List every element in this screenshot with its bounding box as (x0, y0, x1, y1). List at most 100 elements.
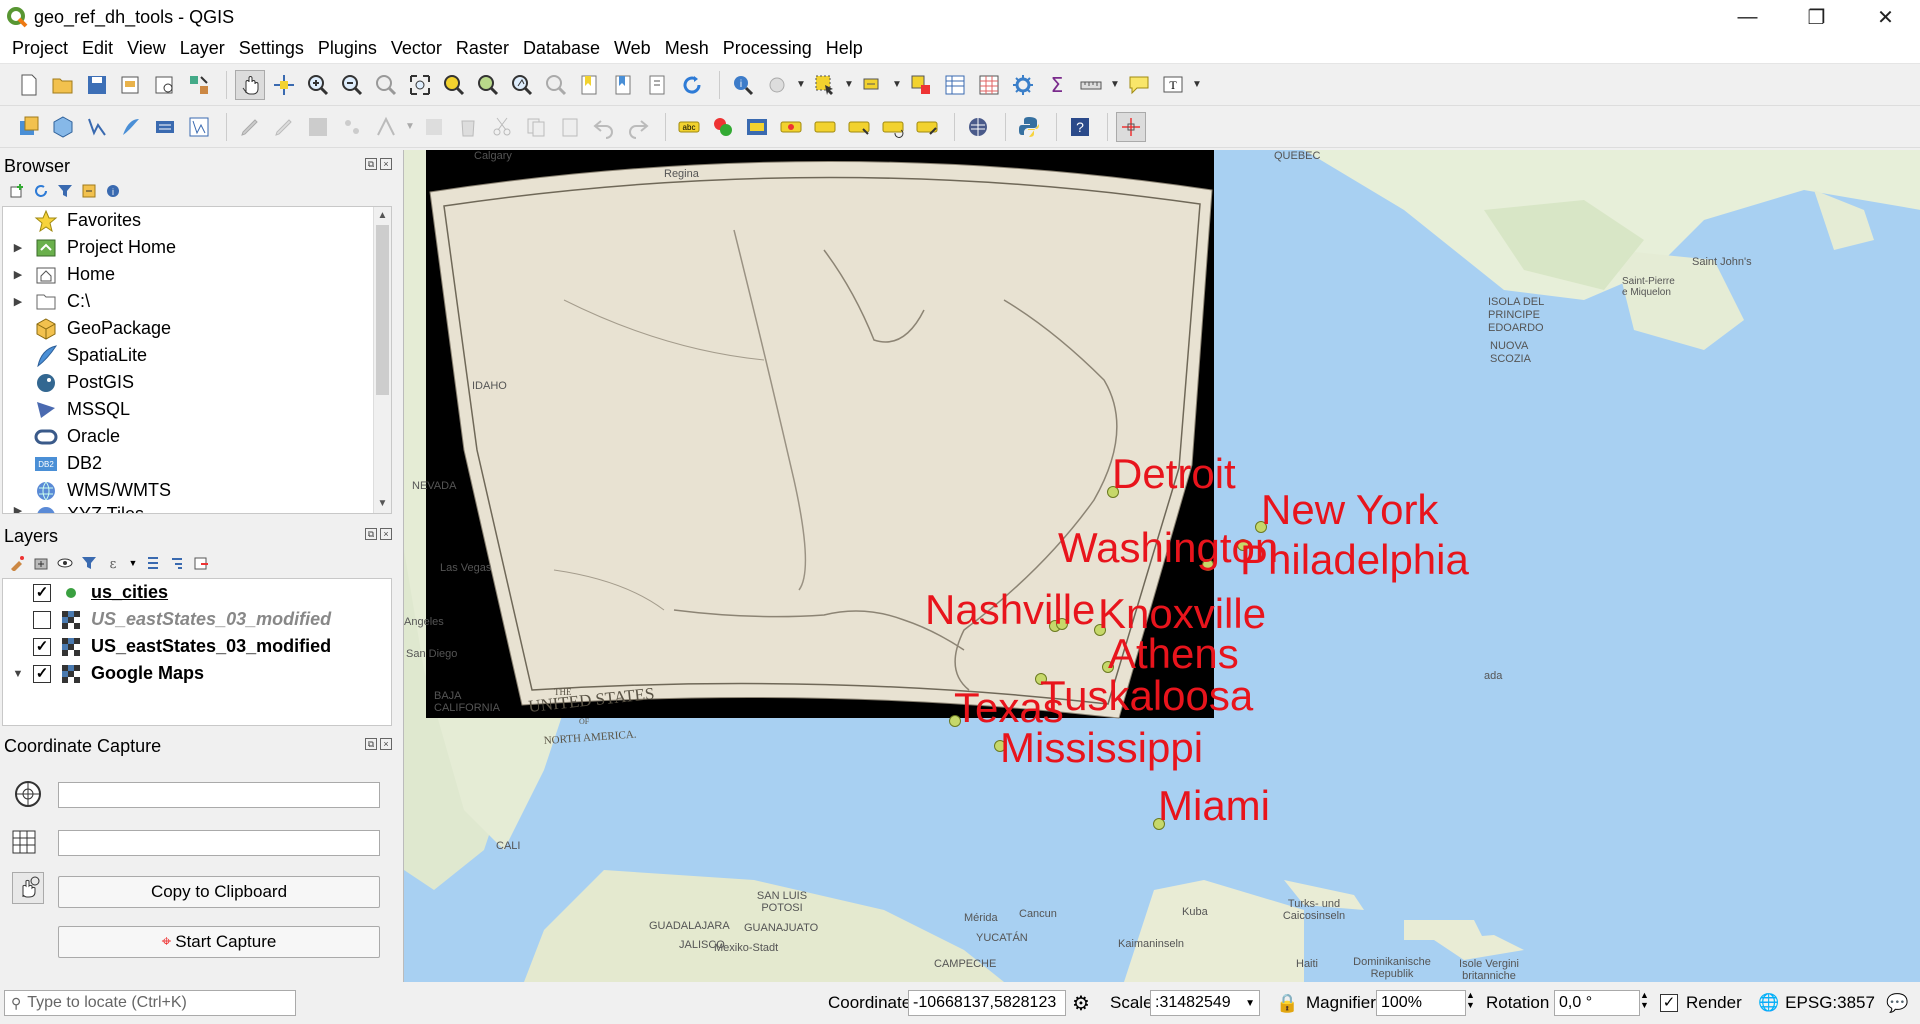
help-icon[interactable]: ? (1065, 112, 1095, 142)
scroll-down-icon[interactable]: ▼ (374, 495, 391, 513)
menu-edit[interactable]: Edit (75, 38, 120, 59)
close-panel-icon[interactable]: × (380, 738, 392, 750)
close-button[interactable]: ✕ (1851, 0, 1920, 34)
pan-map-icon[interactable] (235, 69, 265, 100)
zoom-to-layer-icon[interactable] (473, 70, 503, 100)
zoom-rubberband-icon[interactable] (371, 70, 401, 100)
browser-item[interactable]: Favorites (3, 207, 391, 234)
minimize-button[interactable]: — (1713, 0, 1782, 34)
move-label-icon[interactable] (844, 112, 874, 142)
filter-expression-icon[interactable]: ε (104, 554, 122, 572)
browser-scrollbar[interactable]: ▲ ▼ (373, 207, 391, 513)
expand-all-icon[interactable] (144, 554, 162, 572)
browser-item[interactable]: MSSQL (3, 396, 391, 423)
attribute-table-icon[interactable] (940, 70, 970, 100)
browser-item[interactable]: ▶ C:\ (3, 288, 391, 315)
render-checkbox[interactable]: ✓ (1660, 994, 1678, 1012)
map-tips-icon[interactable] (1124, 70, 1154, 100)
layout-manager-icon[interactable] (150, 70, 180, 100)
layer-visibility-checkbox[interactable] (33, 610, 51, 629)
close-panel-icon[interactable]: × (380, 528, 392, 540)
filter-icon[interactable] (56, 182, 74, 200)
capture-map-coordinate-field[interactable] (58, 830, 380, 856)
layer-diagram-icon[interactable] (708, 112, 738, 142)
chevron-down-icon[interactable]: ▼ (796, 79, 806, 90)
data-source-manager-icon[interactable] (14, 112, 44, 142)
filter-legend-icon[interactable] (80, 554, 98, 572)
new-print-layout-icon[interactable] (116, 70, 146, 100)
zoom-out-icon[interactable] (337, 70, 367, 100)
layer-row[interactable]: US_eastStates_03_modified (3, 606, 391, 633)
browser-item[interactable]: ▶ Home (3, 261, 391, 288)
menu-settings[interactable]: Settings (232, 38, 311, 59)
toggle-extents-icon[interactable]: ⚙ (1072, 990, 1090, 1016)
text-annotation-icon[interactable]: T (1158, 70, 1188, 100)
layer-visibility-checkbox[interactable]: ✓ (33, 583, 51, 602)
show-bookmarks-icon[interactable] (609, 70, 639, 100)
style-manager-icon[interactable] (184, 70, 214, 100)
zoom-native-icon[interactable] (507, 70, 537, 100)
browser-item[interactable]: GeoPackage (3, 315, 391, 342)
zoom-full-icon[interactable] (405, 70, 435, 100)
add-group-icon[interactable] (32, 554, 50, 572)
messages-icon[interactable]: 💬 (1886, 990, 1908, 1016)
layer-row[interactable]: ✓ US_eastStates_03_modified (3, 633, 391, 660)
browser-item[interactable]: WMS/WMTS (3, 477, 391, 504)
chevron-down-icon[interactable]: ▼ (128, 554, 138, 572)
start-capture-button[interactable]: ⌖ Start Capture (58, 926, 380, 958)
locator-search-input[interactable]: ⚲ Type to locate (Ctrl+K) (4, 990, 296, 1016)
collapse-all-icon[interactable] (80, 182, 98, 200)
scroll-up-icon[interactable]: ▲ (374, 207, 391, 225)
refresh-icon[interactable] (677, 70, 707, 100)
menu-processing[interactable]: Processing (716, 38, 819, 59)
crs-selector-icon[interactable] (12, 778, 44, 810)
layer-labeling-icon[interactable]: abc (674, 112, 704, 142)
change-label-icon[interactable] (912, 112, 942, 142)
track-mouse-icon[interactable] (12, 872, 44, 904)
remove-layer-icon[interactable] (192, 554, 210, 572)
select-features-icon[interactable] (810, 70, 840, 100)
rotate-label-icon[interactable] (878, 112, 908, 142)
new-project-icon[interactable] (14, 70, 44, 100)
refresh-icon[interactable] (32, 182, 50, 200)
new-virtual-layer-icon[interactable] (150, 112, 180, 142)
menu-database[interactable]: Database (516, 38, 607, 59)
layer-visibility-checkbox[interactable]: ✓ (33, 637, 51, 656)
float-panel-icon[interactable]: ⧉ (365, 528, 377, 540)
style-panel-icon[interactable] (8, 554, 26, 572)
zoom-last-icon[interactable] (541, 70, 571, 100)
zoom-in-icon[interactable] (303, 70, 333, 100)
pan-to-selection-icon[interactable] (269, 70, 299, 100)
collapse-all-icon[interactable] (168, 554, 186, 572)
new-geopackage-layer-icon[interactable] (48, 112, 78, 142)
menu-web[interactable]: Web (607, 38, 658, 59)
browser-item[interactable]: Oracle (3, 423, 391, 450)
expand-arrow-icon[interactable]: ▶ (3, 268, 33, 281)
python-console-icon[interactable] (1014, 112, 1044, 142)
menu-raster[interactable]: Raster (449, 38, 516, 59)
processing-toolbox-icon[interactable] (1008, 70, 1038, 100)
expand-arrow-icon[interactable]: ▼ (3, 668, 33, 680)
capture-coordinate-field[interactable] (58, 782, 380, 808)
rotation-spinbox[interactable]: 0,0 ° (1554, 990, 1640, 1016)
quickmapservices-icon[interactable] (963, 112, 993, 142)
menu-layer[interactable]: Layer (173, 38, 232, 59)
browser-item[interactable]: DB2 DB2 (3, 450, 391, 477)
rotation-stepper[interactable]: ▲ ▼ (1640, 990, 1649, 1016)
new-spatialite-layer-icon[interactable] (116, 112, 146, 142)
magnifier-stepper[interactable]: ▲ ▼ (1466, 990, 1475, 1016)
render-toggle[interactable]: ✓ Render (1660, 990, 1742, 1016)
zoom-to-selection-icon[interactable] (439, 70, 469, 100)
expand-arrow-icon[interactable]: ▶ (3, 241, 33, 254)
highlight-pinned-labels-icon[interactable] (742, 112, 772, 142)
select-by-value-icon[interactable] (858, 70, 888, 100)
chevron-down-icon[interactable]: ▼ (892, 79, 902, 90)
crs-button[interactable]: 🌐 EPSG:3857 (1758, 990, 1875, 1016)
expand-arrow-icon[interactable]: ▶ (3, 504, 33, 513)
chevron-down-icon[interactable]: ▼ (1192, 79, 1202, 90)
open-project-icon[interactable] (48, 70, 78, 100)
browser-item[interactable]: ▶ XYZ Tiles (3, 504, 391, 513)
menu-plugins[interactable]: Plugins (311, 38, 384, 59)
menu-project[interactable]: Project (5, 38, 75, 59)
measure-icon[interactable] (1076, 70, 1106, 100)
